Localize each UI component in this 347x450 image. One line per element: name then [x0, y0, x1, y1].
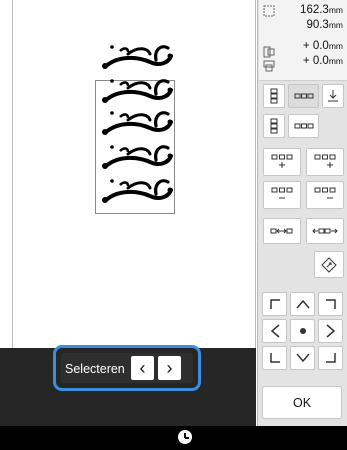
vertical-layout-icon — [270, 88, 278, 104]
size-width-value: 162.3 — [300, 4, 329, 16]
clock-icon[interactable] — [178, 430, 192, 444]
move-up-button[interactable] — [290, 292, 315, 316]
horizontal-layout-icon — [294, 93, 313, 99]
move-up-left-button[interactable] — [262, 292, 287, 316]
position-x-icon — [263, 46, 275, 58]
remove-repeat-right-button[interactable] — [306, 181, 344, 209]
size-height-value: 90.3 — [306, 19, 329, 31]
motif-2 — [100, 77, 175, 105]
select-next-button[interactable]: › — [158, 356, 181, 380]
horizontal-layout-button-2[interactable] — [288, 114, 319, 138]
chevron-left-icon: ‹ — [139, 357, 146, 378]
rotate-button[interactable] — [314, 251, 344, 278]
pin-button[interactable] — [322, 84, 344, 108]
offset-y-unit: mm — [328, 56, 343, 66]
offset-y-value: + 0.0 — [302, 55, 329, 67]
narrow-spacing-button[interactable] — [263, 218, 301, 244]
size-height-unit: mm — [328, 20, 343, 30]
remove-repeat-icon — [314, 187, 336, 199]
status-bar — [0, 426, 347, 450]
add-repeat-icon — [314, 154, 336, 168]
position-y-icon — [263, 60, 275, 72]
center-dot-icon — [299, 328, 306, 334]
move-right-button[interactable] — [318, 319, 343, 343]
motif-1 — [100, 43, 175, 71]
motif-3 — [100, 109, 175, 137]
size-icon — [263, 5, 275, 17]
horizontal-layout-button[interactable] — [288, 84, 319, 108]
chevron-up-icon — [295, 299, 310, 309]
select-label: Selecteren — [65, 362, 125, 376]
add-repeat-left-button[interactable] — [263, 148, 301, 176]
select-control: Selecteren ‹ › — [53, 345, 201, 391]
add-repeat-right-button[interactable] — [306, 148, 344, 176]
narrow-spacing-icon — [270, 228, 293, 234]
chevron-left-icon — [270, 324, 279, 338]
move-down-right-button[interactable] — [318, 346, 343, 370]
horizontal-layout-icon — [294, 123, 313, 129]
corner-down-right-icon — [325, 353, 336, 363]
rotate-icon — [321, 256, 337, 273]
vertical-layout-button-2[interactable] — [263, 114, 285, 138]
add-repeat-icon — [271, 154, 293, 168]
center-button[interactable] — [290, 319, 315, 343]
move-down-left-button[interactable] — [262, 346, 287, 370]
offset-x-unit: mm — [328, 41, 343, 51]
motif-5 — [100, 177, 175, 205]
ok-label: OK — [292, 395, 312, 410]
chevron-right-icon: › — [166, 357, 173, 378]
pin-icon — [328, 90, 338, 102]
vertical-layout-button[interactable] — [263, 84, 285, 108]
motif-4 — [100, 143, 175, 171]
size-width: 162.3mm — [300, 4, 343, 16]
move-up-right-button[interactable] — [318, 292, 343, 316]
move-left-button[interactable] — [262, 319, 287, 343]
ok-button[interactable]: OK — [262, 386, 342, 419]
size-height: 90.3mm — [306, 19, 343, 31]
corner-up-left-icon — [269, 299, 280, 309]
corner-up-right-icon — [325, 299, 336, 309]
motif-stack — [100, 43, 175, 205]
size-width-unit: mm — [328, 5, 343, 15]
offset-x-value: + 0.0 — [302, 40, 329, 52]
corner-down-left-icon — [269, 353, 280, 363]
remove-repeat-icon — [271, 187, 293, 199]
vertical-layout-icon — [270, 118, 278, 134]
chevron-down-icon — [295, 353, 310, 363]
offset-x: + 0.0mm — [303, 40, 343, 52]
widen-spacing-button[interactable] — [306, 218, 344, 244]
move-down-button[interactable] — [290, 346, 315, 370]
widen-spacing-icon — [312, 228, 338, 234]
chevron-right-icon — [326, 324, 335, 338]
offset-y: + 0.0mm — [303, 55, 343, 67]
select-previous-button[interactable]: ‹ — [131, 356, 154, 380]
remove-repeat-left-button[interactable] — [263, 181, 301, 209]
